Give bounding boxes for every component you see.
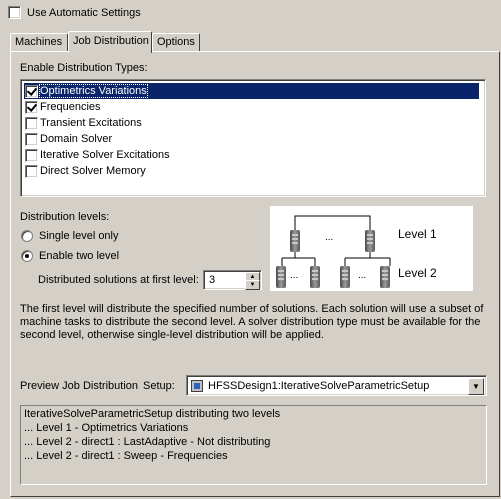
tab-options[interactable]: Options xyxy=(152,33,200,52)
single-level-radio[interactable]: Single level only xyxy=(21,230,119,242)
list-item-iterative-solver-excitations[interactable]: Iterative Solver Excitations xyxy=(24,147,479,163)
setup-label: Setup: xyxy=(143,380,175,392)
server-icon xyxy=(380,266,390,288)
transient-excitations-checkbox[interactable] xyxy=(25,116,38,130)
preview-line: ... Level 2 - direct1 : Sweep - Frequenc… xyxy=(24,450,228,462)
use-automatic-settings-label: Use Automatic Settings xyxy=(27,6,141,19)
setup-value: HFSSDesign1:IterativeSolveParametricSetu… xyxy=(208,380,430,392)
list-item-label: Iterative Solver Excitations xyxy=(40,149,170,161)
server-icon xyxy=(276,266,286,288)
tab-job-distribution-label: Job Distribution xyxy=(73,35,149,47)
domain-solver-checkbox[interactable] xyxy=(25,132,38,146)
dropdown-arrow-icon[interactable]: ▼ xyxy=(468,378,484,395)
server-icon xyxy=(340,266,350,288)
setup-dropdown[interactable]: HFSSDesign1:IterativeSolveParametricSetu… xyxy=(186,375,487,396)
distribution-levels-label: Distribution levels: xyxy=(20,211,110,223)
two-level-radio-circle[interactable] xyxy=(21,250,33,262)
two-level-radio[interactable]: Enable two level xyxy=(21,250,119,262)
list-item-optimetrics-variations[interactable]: Optimetrics Variations xyxy=(24,83,479,99)
diagram-ellipsis-top: ... xyxy=(325,232,334,243)
tab-machines-label: Machines xyxy=(15,36,63,48)
description-text: The first level will distribute the spec… xyxy=(20,303,484,341)
server-icon xyxy=(290,230,300,252)
enable-types-label: Enable Distribution Types: xyxy=(20,62,148,74)
optimetrics-variations-checkbox[interactable] xyxy=(25,84,38,98)
direct-solver-memory-checkbox[interactable] xyxy=(25,164,38,178)
two-level-label: Enable two level xyxy=(39,250,120,262)
single-level-radio-circle[interactable] xyxy=(21,230,33,242)
server-icon xyxy=(310,266,320,288)
preview-line: IterativeSolveParametricSetup distributi… xyxy=(24,408,281,420)
tab-job-distribution[interactable]: Job Distribution xyxy=(68,31,152,53)
distribution-diagram: ... ... ... Level 1 Level 2 xyxy=(270,206,473,291)
list-item-label: Direct Solver Memory xyxy=(40,165,146,177)
list-item-transient-excitations[interactable]: Transient Excitations xyxy=(24,115,479,131)
use-automatic-settings-checkbox[interactable]: Use Automatic Settings xyxy=(8,6,141,19)
list-item-frequencies[interactable]: Frequencies xyxy=(24,99,479,115)
list-item-label: Domain Solver xyxy=(40,133,113,145)
diagram-ellipsis-left: ... xyxy=(290,270,299,281)
frequencies-checkbox[interactable] xyxy=(25,100,38,114)
hfss-design-icon xyxy=(191,380,203,392)
preview-job-distribution-label: Preview Job Distribution xyxy=(20,380,138,392)
list-item-label: Transient Excitations xyxy=(40,117,142,129)
tab-options-label: Options xyxy=(157,36,195,48)
list-item-direct-solver-memory[interactable]: Direct Solver Memory xyxy=(24,163,479,179)
tab-machines[interactable]: Machines xyxy=(10,33,68,52)
first-level-spinner[interactable]: 3 ▲ ▼ xyxy=(203,270,262,290)
first-level-label: Distributed solutions at first level: xyxy=(38,274,199,286)
first-level-value[interactable]: 3 xyxy=(209,274,215,286)
distribution-types-list[interactable]: Optimetrics Variations Frequencies Trans… xyxy=(20,79,486,197)
server-icon xyxy=(365,230,375,252)
preview-line: ... Level 1 - Optimetrics Variations xyxy=(24,422,189,434)
spin-down-button[interactable]: ▼ xyxy=(245,280,260,290)
preview-line: ... Level 2 - direct1 : LastAdaptive - N… xyxy=(24,436,271,448)
diagram-level2-label: Level 2 xyxy=(398,266,437,280)
iterative-solver-excitations-checkbox[interactable] xyxy=(25,148,38,162)
diagram-level1-label: Level 1 xyxy=(398,227,437,241)
use-automatic-settings-box[interactable] xyxy=(8,6,21,19)
preview-output: IterativeSolveParametricSetup distributi… xyxy=(20,405,487,485)
single-level-label: Single level only xyxy=(39,230,119,242)
list-item-domain-solver[interactable]: Domain Solver xyxy=(24,131,479,147)
diagram-ellipsis-right: ... xyxy=(358,270,367,281)
list-item-label: Frequencies xyxy=(40,101,101,113)
list-item-label: Optimetrics Variations xyxy=(39,84,148,98)
